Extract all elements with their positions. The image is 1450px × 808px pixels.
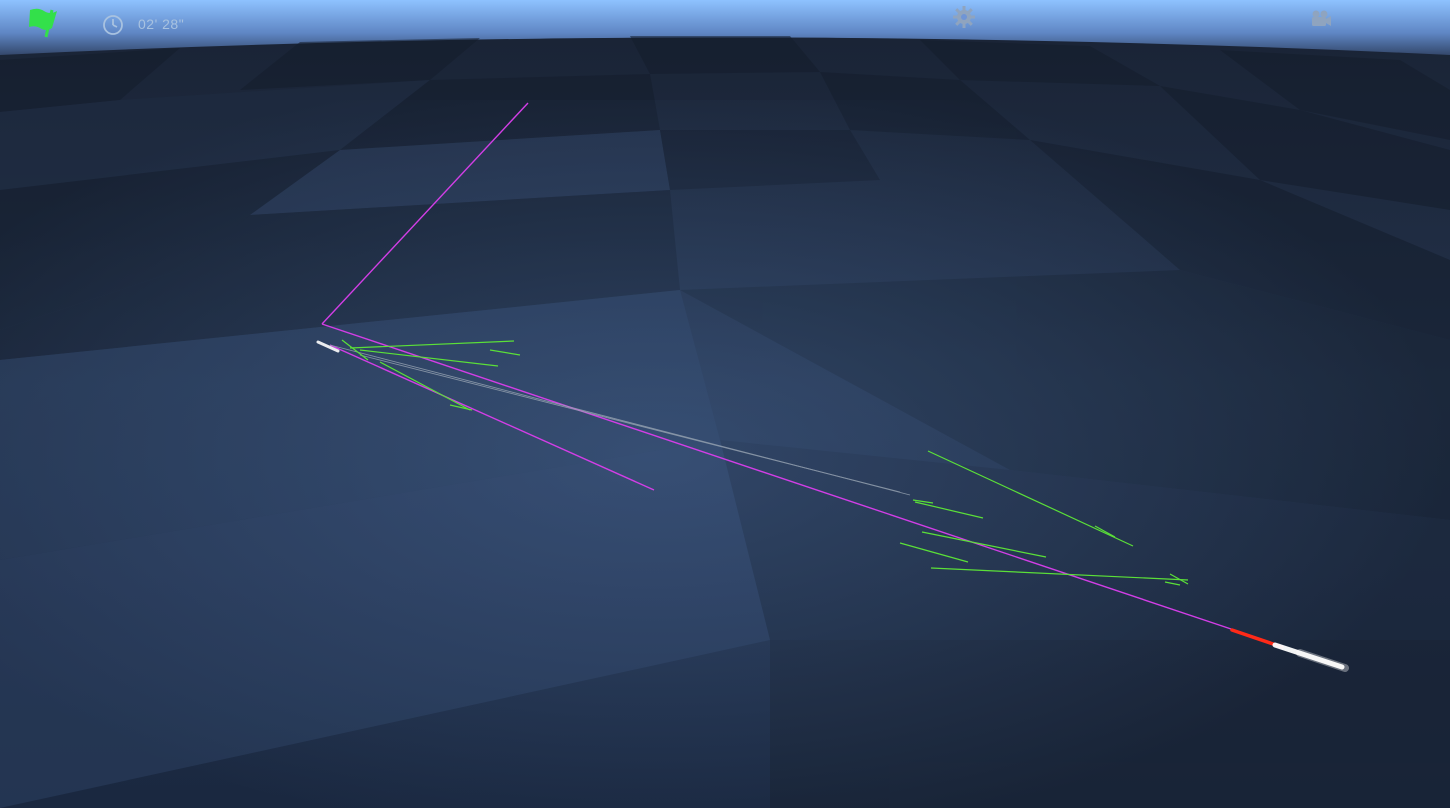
flag-icon[interactable] (26, 6, 60, 38)
scene-canvas (0, 0, 1450, 808)
clock-icon (103, 15, 123, 35)
gear-icon[interactable] (952, 5, 976, 29)
race-timer: 02' 28" (138, 16, 185, 32)
light-glow (0, 100, 1450, 808)
game-viewport[interactable]: 02' 28" (0, 0, 1450, 808)
camera-icon[interactable] (1310, 9, 1332, 27)
